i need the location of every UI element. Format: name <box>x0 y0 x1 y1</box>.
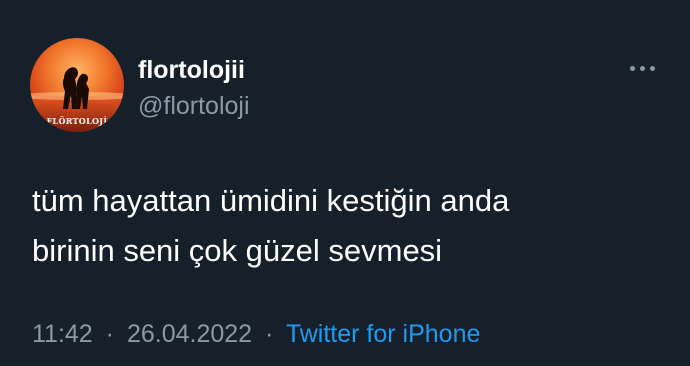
display-name[interactable]: flortolojii <box>138 58 245 83</box>
tweet-date[interactable]: 26.04.2022 <box>127 320 252 348</box>
tweet-text-line: tüm hayattan ümidini kestiğin anda <box>32 183 510 218</box>
tweet-source-link[interactable]: Twitter for iPhone <box>286 320 481 348</box>
more-horizontal-icon <box>629 65 635 71</box>
tweet-meta: 11:42 · 26.04.2022 · Twitter for iPhone <box>32 322 480 347</box>
tweet-text-line: birinin seni çok güzel sevmesi <box>32 233 443 268</box>
meta-separator: · <box>105 320 114 348</box>
tweet-time[interactable]: 11:42 <box>32 320 93 348</box>
more-horizontal-icon-dot <box>649 65 655 71</box>
meta-separator: · <box>265 320 274 348</box>
more-horizontal-icon-dot <box>639 65 645 71</box>
tweet-card: FLÖRTOLOJİ flortolojii @flortoloji tüm h… <box>0 0 690 366</box>
tweet-text: tüm hayattan ümidini kestiğin anda birin… <box>32 176 672 276</box>
avatar[interactable]: FLÖRTOLOJİ <box>30 38 124 132</box>
more-options-button[interactable] <box>622 56 662 80</box>
user-handle[interactable]: @flortoloji <box>138 94 250 119</box>
avatar-watermark: FLÖRTOLOJİ <box>46 116 108 126</box>
